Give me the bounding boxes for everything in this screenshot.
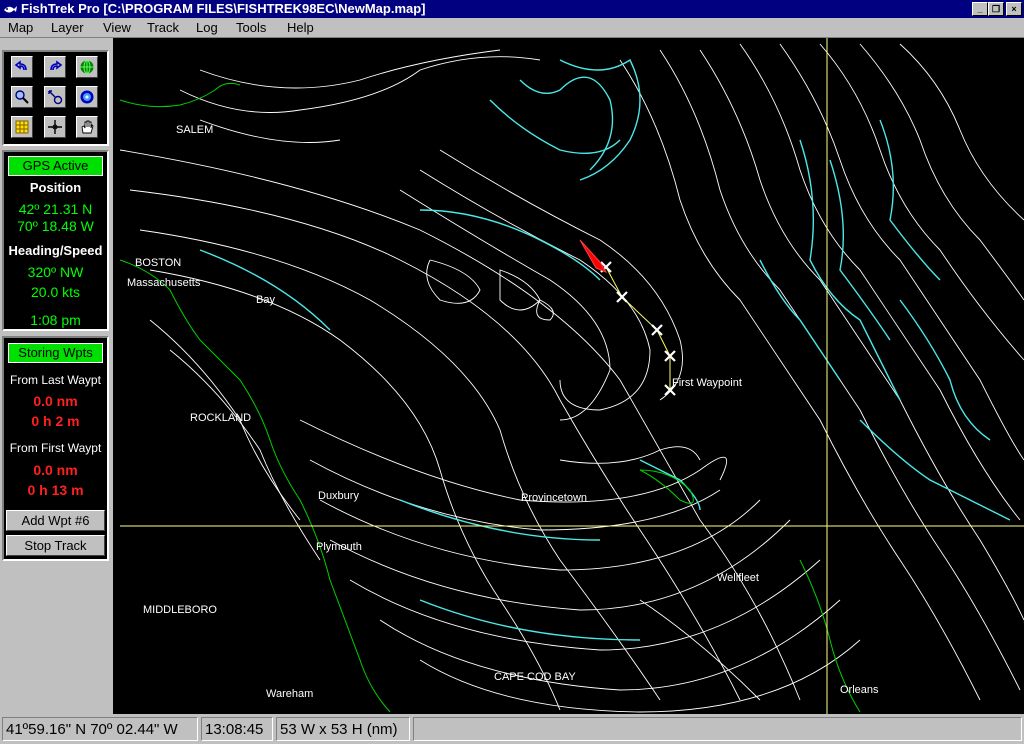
tool-palette	[2, 50, 109, 146]
zoom-icon	[15, 90, 29, 104]
from-last-time: 0 h 2 m	[31, 413, 80, 429]
menu-layer[interactable]: Layer	[51, 20, 84, 35]
menu-log[interactable]: Log	[196, 20, 218, 35]
storing-wpts-button[interactable]: Storing Wpts	[8, 343, 103, 363]
menu-map[interactable]: Map	[8, 20, 33, 35]
add-waypoint-button[interactable]: Add Wpt #6	[6, 510, 105, 531]
label-boston: BOSTON	[135, 257, 182, 269]
minimize-button[interactable]: _	[972, 2, 988, 16]
position-label: Position	[29, 180, 82, 195]
waypoint-panel: Storing Wpts From Last Waypt 0.0 nm 0 h …	[2, 336, 109, 561]
hand-icon	[81, 120, 94, 134]
fishtrek-app-icon[interactable]	[2, 1, 18, 17]
grid-button[interactable]	[11, 116, 33, 138]
window-title: FishTrek Pro [C:\PROGRAM FILES\FISHTREK9…	[21, 1, 426, 16]
stop-track-button[interactable]: Stop Track	[6, 535, 105, 556]
from-last-label: From Last Waypt	[10, 373, 101, 387]
label-rockland: ROCKLAND	[190, 412, 252, 424]
close-button[interactable]: ×	[1006, 2, 1022, 16]
measure-button[interactable]	[44, 86, 66, 108]
speed-value: 20.0 kts	[30, 284, 81, 300]
latitude-value: 42º 21.31 N	[18, 201, 93, 217]
menu-tools[interactable]: Tools	[236, 20, 266, 35]
label-middleboro: MIDDLEBORO	[143, 604, 217, 616]
time-value: 1:08 pm	[30, 312, 81, 328]
map-extent: 53 W x 53 H (nm)	[276, 717, 410, 741]
label-massachusetts: Massachusetts	[127, 277, 201, 289]
label-salem: SALEM	[176, 124, 214, 136]
from-last-distance: 0.0 nm	[33, 393, 78, 409]
label-plymouth: Plymouth	[316, 541, 362, 553]
bathymetry-chart[interactable]	[113, 38, 1024, 714]
heading-value: 320º NW	[27, 264, 84, 280]
label-first-waypoint: First Waypoint	[672, 377, 742, 389]
menu-help[interactable]: Help	[287, 20, 314, 35]
undo-icon	[14, 60, 27, 71]
gps-status-button[interactable]: GPS Active	[8, 156, 103, 176]
left-panel: GPS Active Position 42º 21.31 N 70º 18.4…	[0, 38, 113, 714]
globe-icon	[80, 60, 94, 74]
label-provincetown: Provincetown	[521, 492, 588, 504]
grid-icon	[15, 120, 29, 134]
redo-icon	[50, 60, 63, 71]
menu-track[interactable]: Track	[147, 20, 179, 35]
label-wellfleet: Wellfleet	[717, 572, 759, 584]
label-bay: Bay	[256, 294, 275, 306]
pan-button[interactable]	[76, 116, 98, 138]
measure-icon	[48, 90, 63, 105]
clock: 13:08:45	[201, 717, 273, 741]
gps-panel: GPS Active Position 42º 21.31 N 70º 18.4…	[2, 150, 109, 331]
restore-button[interactable]: ❐	[988, 2, 1004, 16]
heading-speed-label: Heading/Speed	[8, 243, 103, 258]
menu-view[interactable]: View	[103, 20, 131, 35]
chart-map[interactable]: SALEM BOSTON Massachusetts Bay ROCKLAND …	[113, 38, 1024, 714]
target-icon	[80, 90, 94, 104]
from-first-distance: 0.0 nm	[33, 462, 78, 478]
longitude-value: 70º 18.48 W	[17, 218, 94, 234]
label-wareham: Wareham	[266, 688, 314, 700]
status-message-area	[413, 717, 1022, 741]
label-orleans: Orleans	[840, 684, 879, 696]
from-first-label: From First Waypt	[9, 441, 102, 455]
from-first-time: 0 h 13 m	[27, 482, 84, 498]
label-duxbury: Duxbury	[318, 490, 359, 502]
title-bar: FishTrek Pro [C:\PROGRAM FILES\FISHTREK9…	[0, 0, 1024, 18]
crosshair-icon	[48, 120, 62, 134]
zoom-button[interactable]	[11, 86, 33, 108]
target-button[interactable]	[76, 86, 98, 108]
label-cape-cod-bay: CAPE COD BAY	[494, 671, 576, 683]
crosshair-button[interactable]	[44, 116, 66, 138]
globe-button[interactable]	[76, 56, 98, 78]
cursor-position: 41º59.16" N 70º 02.44" W	[2, 717, 198, 741]
undo-button[interactable]	[11, 56, 33, 78]
menu-bar: Map Layer View Track Log Tools Help	[0, 18, 1024, 38]
status-bar: 41º59.16" N 70º 02.44" W 13:08:45 53 W x…	[0, 714, 1024, 744]
redo-button[interactable]	[44, 56, 66, 78]
